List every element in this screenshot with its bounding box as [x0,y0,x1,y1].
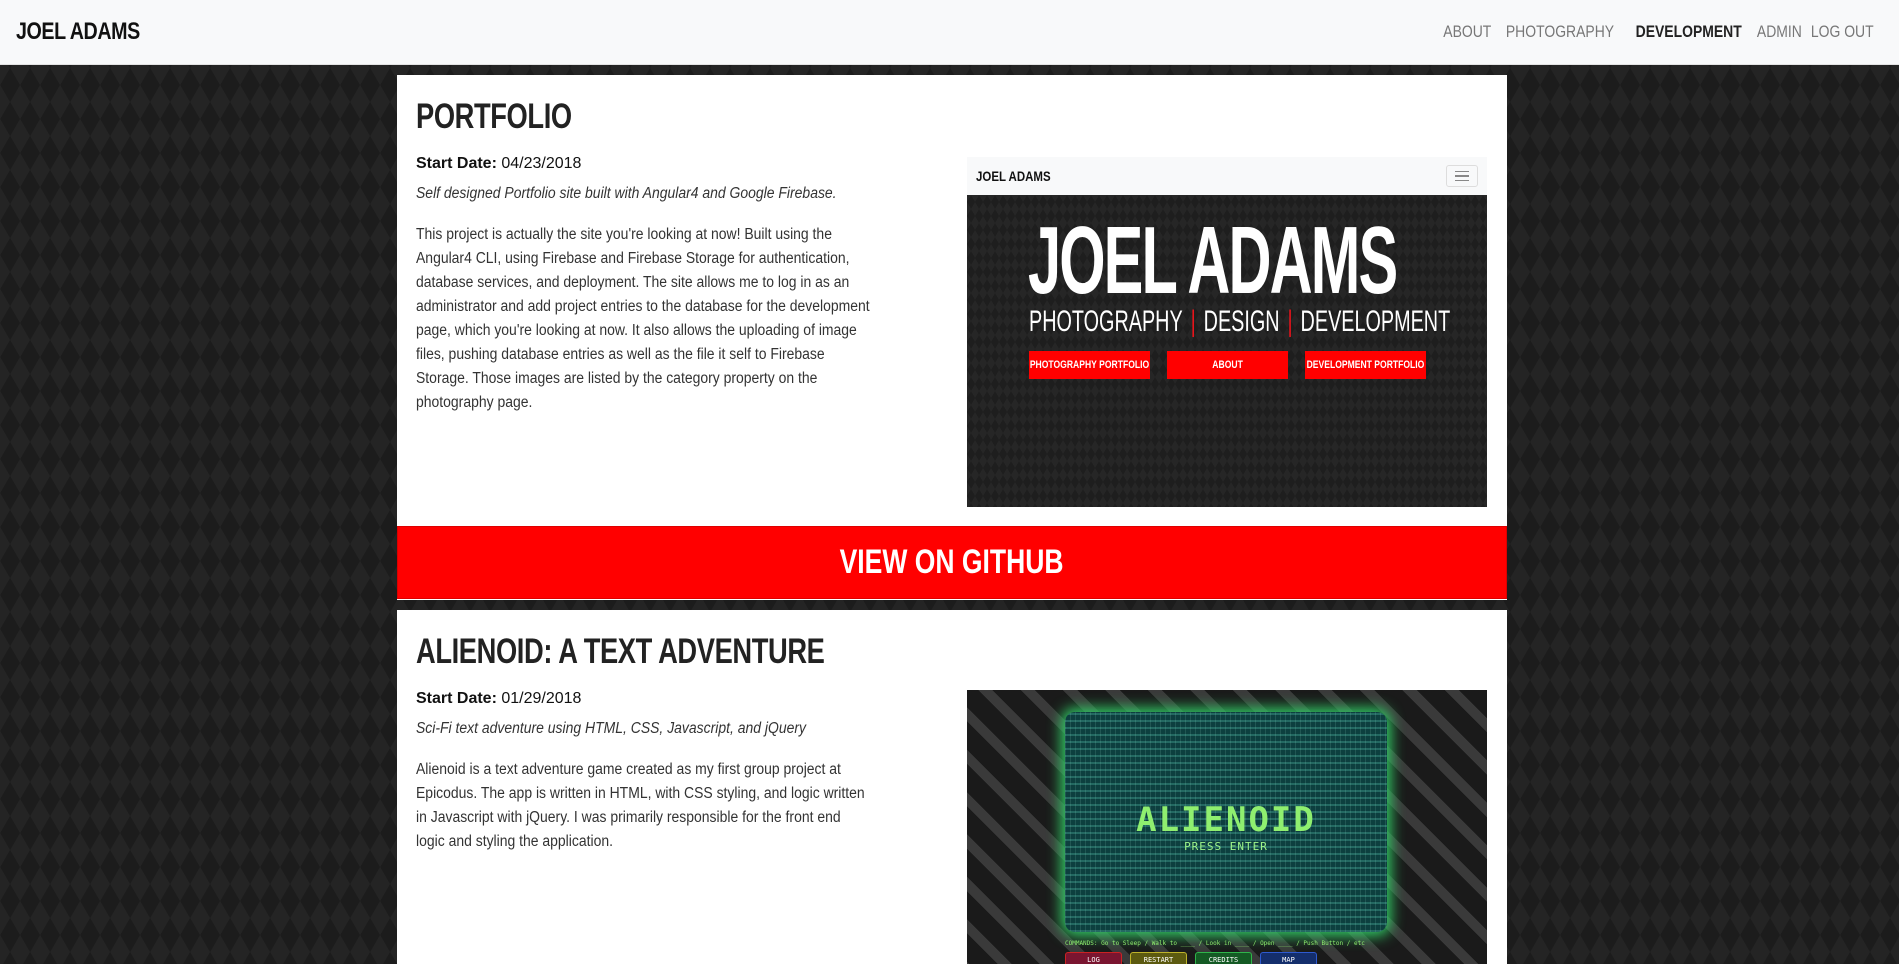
project-summary: Self designed Portfolio site built with … [416,185,837,202]
screenshot-hero: JOEL ADAMS PHOTOGRAPHY | DESIGN | DEVELOPMEN… [967,195,1487,507]
hamburger-icon [1446,165,1478,187]
brand-logo[interactable]: JOEL ADAMS [16,18,140,46]
alienoid-screen: ALIENOID PRESS ENTER [1065,712,1387,932]
alienoid-title: ALIENOID [1136,800,1316,840]
alienoid-map-button: MAP [1260,952,1317,964]
hero-sub-separator: | [1287,305,1293,338]
screenshot-hero-name: JOEL ADAMS [1028,207,1398,314]
github-button-label: VIEW ON GITHUB [840,543,1064,581]
hero-sub-separator: | [1190,305,1196,338]
alienoid-credits-button: CREDITS [1195,952,1252,964]
view-on-github-button[interactable]: VIEW ON GITHUB [397,526,1507,599]
hero-sub-development: DEVELOPMENT [1300,305,1451,338]
start-date-value: 04/23/2018 [501,155,582,172]
alienoid-commands: COMMANDS: Go to Sleep / Walk to ____ / L… [1065,940,1365,947]
screenshot-brand: JOEL ADAMS [976,168,1051,184]
project-summary: Sci-Fi text adventure using HTML, CSS, J… [416,720,806,737]
main-nav: ABOUT PHOTOGRAPHY DEVELOPMENT ADMIN LOG … [1442,22,1883,42]
screenshot-navbar: JOEL ADAMS [967,157,1487,195]
project-title: ALIENOID: A TEXT ADVENTURE [416,632,825,671]
nav-about[interactable]: ABOUT [1441,22,1492,42]
alienoid-screenshot: ALIENOID PRESS ENTER COMMANDS: Go to Sle… [967,690,1487,964]
start-date-label: Start Date: [416,155,497,172]
screenshot-btn-photography: PHOTOGRAPHY PORTFOLIO [1029,351,1150,379]
screenshot-hero-subtitle: PHOTOGRAPHY | DESIGN | DEVELOPMENT [1029,305,1450,339]
project-card-portfolio: PORTFOLIO Start Date: 04/23/2018 Self de… [397,75,1507,600]
hero-sub-photography: PHOTOGRAPHY [1029,305,1183,338]
nav-photography[interactable]: PHOTOGRAPHY [1505,22,1616,42]
project-description: This project is actually the site you're… [416,226,870,411]
screenshot-btn-development: DEVELOPMENT PORTFOLIO [1305,351,1426,379]
hero-sub-design: DESIGN [1203,305,1280,338]
project-screenshot: JOEL ADAMS JOEL ADAMS PHOTOGRAPHY | DESIGN… [967,157,1487,507]
start-date-value: 01/29/2018 [501,690,582,707]
nav-development[interactable]: DEVELOPMENT [1634,22,1743,42]
alienoid-restart-button: RESTART [1130,952,1187,964]
project-title: PORTFOLIO [416,97,572,136]
alienoid-press-enter: PRESS ENTER [1184,840,1268,853]
nav-logout[interactable]: LOG OUT [1810,22,1876,42]
project-screenshot: ALIENOID PRESS ENTER COMMANDS: Go to Sle… [967,690,1487,964]
project-start-date: Start Date: 01/29/2018 [416,690,581,708]
screenshot-btn-about: ABOUT [1167,351,1288,379]
project-card-alienoid: ALIENOID: A TEXT ADVENTURE Start Date: 0… [397,610,1507,964]
nav-admin[interactable]: ADMIN [1755,22,1803,42]
alienoid-buttons: LOG RESTART CREDITS MAP [1065,952,1317,964]
start-date-label: Start Date: [416,690,497,707]
navbar: JOEL ADAMS ABOUT PHOTOGRAPHY DEVELOPMENT… [0,0,1899,65]
alienoid-log-button: LOG [1065,952,1122,964]
project-start-date: Start Date: 04/23/2018 [416,155,581,173]
project-description: Alienoid is a text adventure game create… [416,761,865,850]
